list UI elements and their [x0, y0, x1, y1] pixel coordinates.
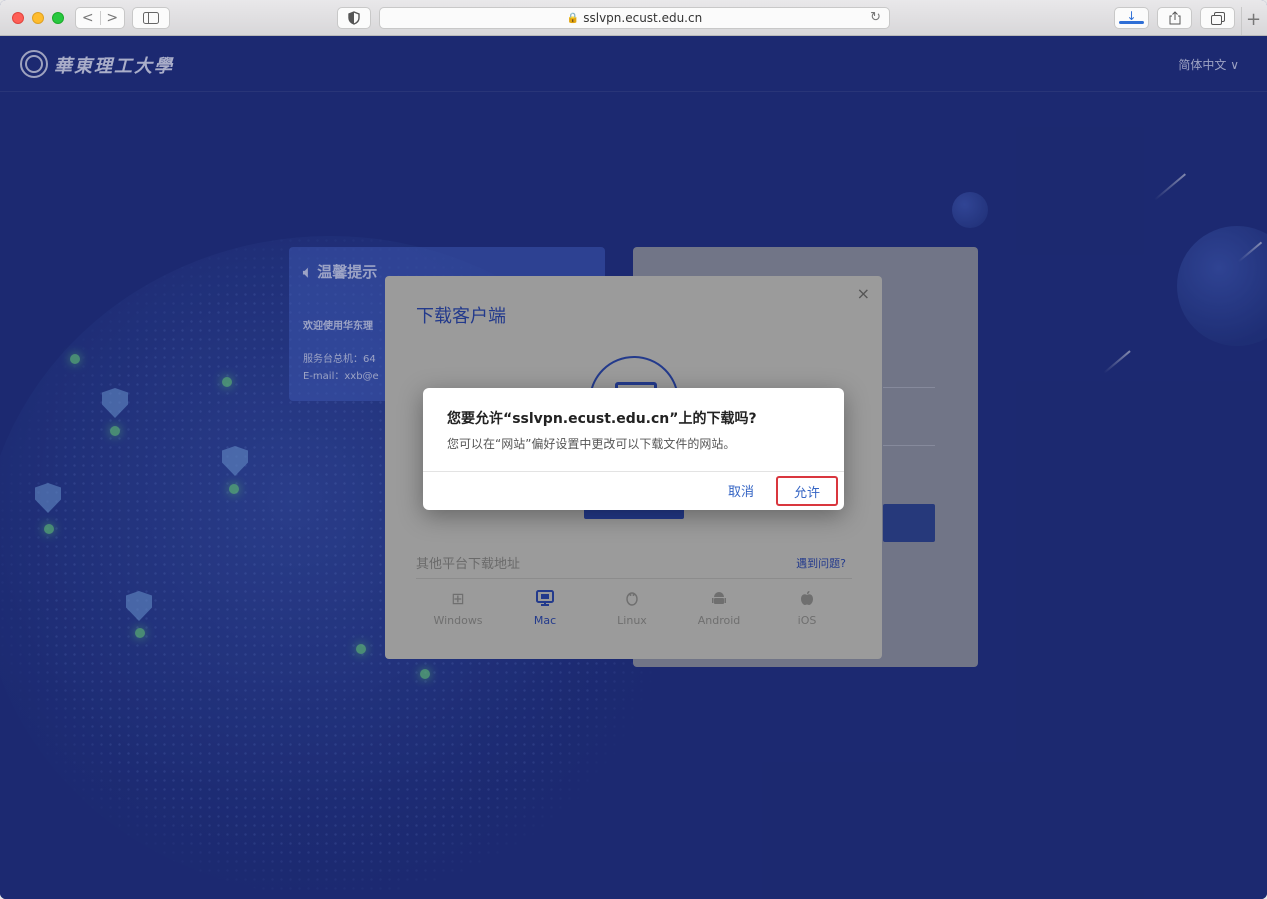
downloads-button[interactable]: ↓	[1114, 7, 1149, 29]
back-icon[interactable]: <	[76, 10, 100, 26]
platform-android[interactable]: Android	[684, 590, 754, 627]
browser-toolbar: < > 🔒 sslvpn.ecust.edu.cn ↻ ↓ +	[0, 0, 1267, 36]
sidebar-icon	[143, 12, 159, 24]
url-text: sslvpn.ecust.edu.cn	[583, 11, 703, 25]
zoom-window-button[interactable]	[52, 12, 64, 24]
modal-divider	[416, 578, 852, 579]
modal-title: 下载客户端	[416, 306, 506, 327]
page-content: 華東理工大學 简体中文 ∨ 🔈︎ 温馨提示 欢迎使用华东理 服务台总机：64 E…	[0, 36, 1267, 899]
share-button[interactable]	[1157, 7, 1192, 29]
windows-icon: ⊞	[451, 589, 465, 608]
address-bar[interactable]: 🔒 sslvpn.ecust.edu.cn ↻	[379, 7, 890, 29]
lock-icon: 🔒	[566, 12, 580, 24]
dialog-message: 您可以在“网站”偏好设置中更改可以下载文件的网站。	[447, 437, 736, 451]
privacy-report-button[interactable]	[337, 7, 371, 29]
help-link[interactable]: 遇到问题?	[796, 555, 846, 571]
platform-label: Mac	[533, 614, 557, 627]
sidebar-toggle-button[interactable]	[132, 7, 170, 29]
minimize-window-button[interactable]	[32, 12, 44, 24]
platform-label: Linux	[617, 614, 647, 627]
dialog-title: 您要允许“sslvpn.ecust.edu.cn”上的下载吗?	[447, 411, 757, 427]
platform-label: Android	[697, 614, 741, 627]
tab-overview-icon	[1210, 11, 1225, 25]
close-window-button[interactable]	[12, 12, 24, 24]
cancel-button[interactable]: 取消	[728, 481, 754, 500]
close-icon[interactable]: ×	[857, 284, 870, 303]
nav-buttons: < >	[75, 7, 125, 29]
share-icon	[1169, 11, 1180, 25]
mac-monitor-icon	[510, 590, 580, 608]
reload-icon[interactable]: ↻	[870, 10, 881, 25]
new-tab-button[interactable]: +	[1241, 7, 1265, 35]
forward-icon[interactable]: >	[101, 10, 125, 26]
other-platforms-label: 其他平台下载地址	[416, 557, 521, 572]
platform-windows[interactable]: ⊞ Windows	[423, 589, 493, 628]
shield-icon	[348, 11, 360, 25]
download-progress-bar	[1119, 21, 1144, 24]
platform-mac[interactable]: Mac	[510, 590, 580, 627]
tab-overview-button[interactable]	[1200, 7, 1235, 29]
download-permission-dialog: 您要允许“sslvpn.ecust.edu.cn”上的下载吗? 您可以在“网站”…	[423, 388, 844, 510]
platform-label: iOS	[797, 614, 817, 627]
platform-label: Windows	[433, 614, 483, 627]
android-icon	[684, 590, 754, 608]
linux-icon	[597, 590, 667, 608]
allow-button[interactable]: 允许	[776, 476, 838, 506]
platform-ios[interactable]: iOS	[772, 590, 842, 627]
platform-linux[interactable]: Linux	[597, 590, 667, 627]
browser-window: < > 🔒 sslvpn.ecust.edu.cn ↻ ↓ + 華東理工大學 简…	[0, 0, 1267, 899]
dialog-divider	[423, 471, 844, 472]
apple-icon	[772, 590, 842, 608]
